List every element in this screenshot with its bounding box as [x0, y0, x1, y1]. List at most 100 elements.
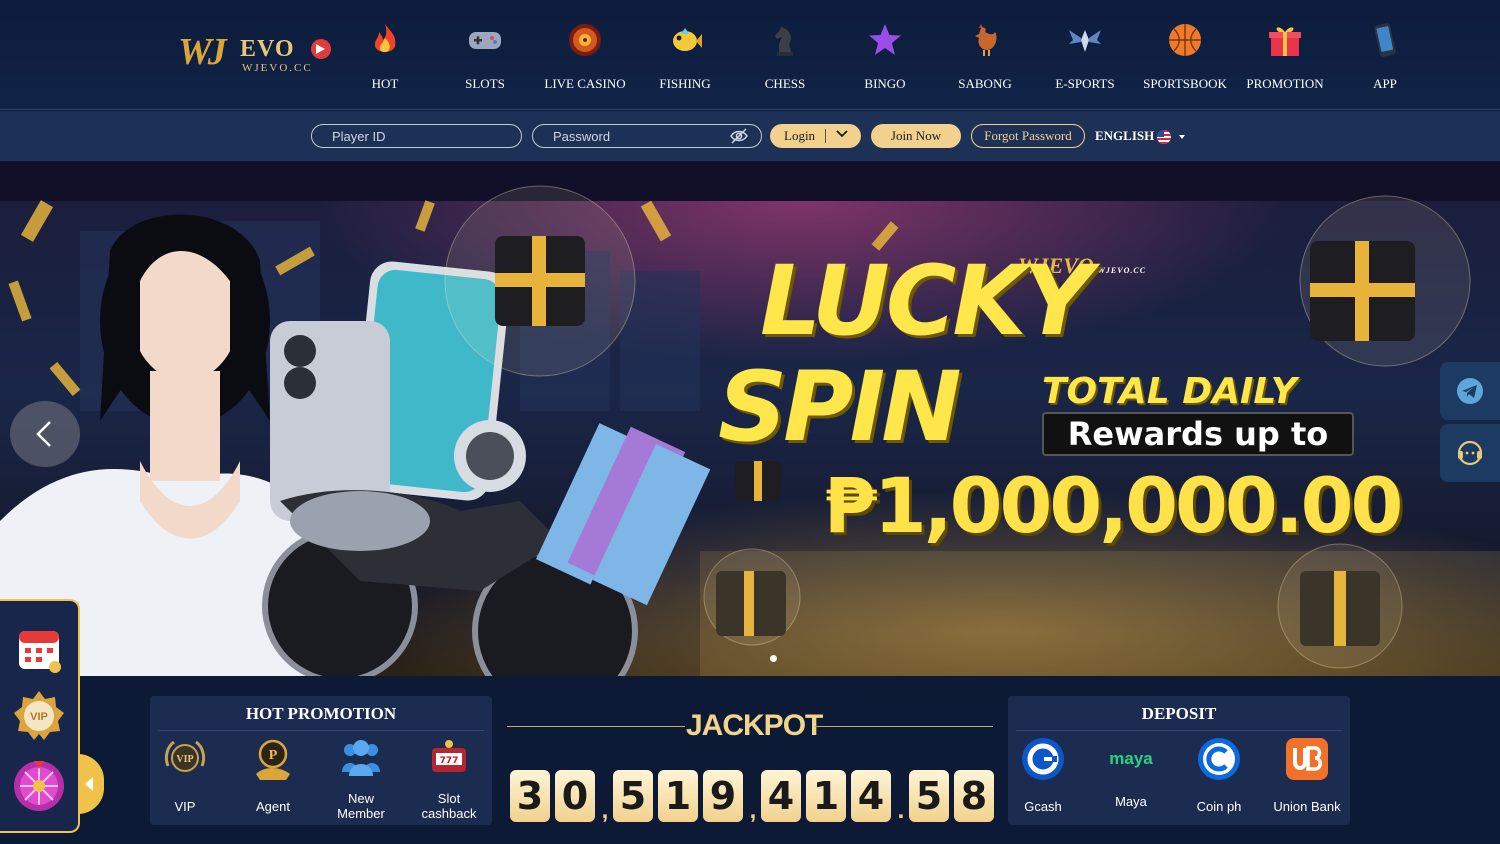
- svg-text:VIP: VIP: [176, 754, 193, 765]
- nav-label: SABONG: [958, 76, 1012, 91]
- esports-wings-icon: [1069, 30, 1101, 52]
- logo-play-icon: [311, 39, 331, 59]
- nav-label: PROMOTION: [1246, 76, 1324, 91]
- rooster-icon: [975, 24, 997, 56]
- fish-icon: [673, 28, 702, 51]
- nav-item-esports[interactable]: E-SPORTS: [1035, 18, 1135, 98]
- nav-label: SLOTS: [465, 76, 505, 91]
- deposit-title: DEPOSIT: [1141, 704, 1217, 723]
- nav-item-live-casino[interactable]: LIVE CASINO: [535, 18, 635, 98]
- bottom-section: HOT PROMOTION VIP VIP P Agent New Member…: [0, 676, 1500, 844]
- gift-bubble-2: [1299, 195, 1471, 367]
- jackpot-digit: 1: [658, 770, 698, 822]
- jackpot-line-left: [507, 726, 685, 727]
- promo-banner[interactable]: WJEVO WJEVO.CC LUCKY SPIN TOTAL DAILY Rew…: [0, 161, 1500, 676]
- language-caret-icon[interactable]: [1179, 135, 1185, 139]
- lucky-wheel-icon[interactable]: [12, 759, 66, 813]
- language-selector[interactable]: ENGLISH: [1095, 128, 1154, 144]
- deposit-label: Union Bank: [1273, 799, 1341, 814]
- us-flag-icon[interactable]: [1157, 130, 1171, 144]
- roulette-icon: [569, 24, 601, 56]
- unionbank-icon: [1286, 738, 1328, 780]
- jackpot-digit: 3: [510, 770, 550, 822]
- banner-rewards: Rewards up to: [1042, 412, 1354, 456]
- forgot-password-button[interactable]: Forgot Password: [971, 124, 1085, 148]
- chevron-left-icon: [36, 421, 51, 447]
- jackpot-counter: 30,519,414.58: [510, 770, 999, 824]
- jackpot-digit: 5: [613, 770, 653, 822]
- promo-label: New Member: [337, 791, 385, 821]
- customer-service-icon: [1457, 440, 1483, 466]
- nav-item-app[interactable]: APP: [1335, 18, 1435, 98]
- nav-item-sabong[interactable]: SABONG: [935, 18, 1035, 98]
- jackpot-separator: ,: [601, 797, 609, 824]
- promo-label: VIP: [174, 799, 196, 814]
- deposit-item-coinph[interactable]: Coin ph: [1175, 736, 1263, 814]
- deposit-item-maya[interactable]: maya Maya: [1087, 736, 1175, 809]
- banner-amount: ₱1,000,000.00: [824, 461, 1403, 550]
- logo-wj: WJ: [178, 31, 227, 73]
- nav-label: APP: [1373, 76, 1397, 91]
- nav-item-bingo[interactable]: BINGO: [835, 18, 935, 98]
- nav-item-promotion[interactable]: PROMOTION: [1235, 18, 1335, 98]
- floating-shortcuts: VIP: [0, 599, 80, 833]
- nav-label: BINGO: [864, 76, 906, 91]
- deposit-label: Coin ph: [1196, 799, 1242, 814]
- nav-item-hot[interactable]: HOT: [335, 18, 435, 98]
- promo-label: Slot cashback: [421, 791, 477, 821]
- vip-medal-icon[interactable]: VIP: [12, 689, 66, 743]
- carousel-indicator[interactable]: [770, 655, 777, 662]
- nav-label: SPORTSBOOK: [1143, 76, 1227, 91]
- nav-item-sportsbook[interactable]: SPORTSBOOK: [1135, 18, 1235, 98]
- logo-subtitle: WJEVO.CC: [242, 62, 313, 74]
- carousel-prev-button[interactable]: [10, 401, 80, 467]
- join-now-button[interactable]: Join Now: [871, 124, 961, 148]
- gift-icon: [1269, 27, 1301, 56]
- deposit-item-unionbank[interactable]: Union Bank: [1263, 736, 1351, 814]
- slot-machine-icon: 777: [432, 740, 466, 772]
- site-logo[interactable]: WJ EVO WJEVO.CC: [178, 30, 333, 80]
- telegram-button[interactable]: [1440, 362, 1500, 420]
- hot-promotion-card: HOT PROMOTION VIP VIP P Agent New Member…: [150, 696, 492, 825]
- password-input[interactable]: [532, 124, 762, 148]
- calendar-icon[interactable]: [12, 621, 66, 675]
- login-label: Login: [784, 128, 816, 143]
- chess-knight-icon: [775, 26, 793, 56]
- coinph-icon: [1198, 738, 1240, 780]
- agent-icon: P: [256, 739, 290, 780]
- jackpot-line-right: [815, 726, 993, 727]
- promo-item-vip[interactable]: VIP VIP: [141, 736, 229, 814]
- jackpot-digit: 4: [851, 770, 891, 822]
- jackpot-title: JACKPOT: [686, 709, 823, 742]
- promo-item-new-member[interactable]: New Member: [317, 736, 405, 821]
- jackpot-digit: 9: [703, 770, 743, 822]
- phone-icon: [1374, 23, 1396, 57]
- svg-text:777: 777: [440, 756, 459, 766]
- users-icon: [342, 740, 380, 776]
- gamepad-icon: [469, 32, 501, 49]
- jackpot-digit: 1: [806, 770, 846, 822]
- basketball-icon: [1169, 24, 1201, 56]
- banner-total-daily: TOTAL DAILY: [1042, 371, 1297, 412]
- gcash-icon: [1022, 738, 1064, 780]
- nav-item-chess[interactable]: CHESS: [735, 18, 835, 98]
- nav-item-slots[interactable]: SLOTS: [435, 18, 535, 98]
- divider: [158, 730, 484, 731]
- support-button[interactable]: [1440, 424, 1500, 482]
- nav-label: LIVE CASINO: [544, 76, 626, 91]
- promo-item-agent[interactable]: P Agent: [229, 736, 317, 814]
- promo-label: Agent: [256, 799, 290, 814]
- jackpot-digit: 4: [761, 770, 801, 822]
- deposit-item-gcash[interactable]: Gcash: [999, 736, 1087, 814]
- logo-evo: EVO: [240, 36, 295, 62]
- player-id-input[interactable]: [311, 124, 522, 148]
- hide-password-icon[interactable]: [730, 128, 748, 144]
- jackpot-digit: 0: [555, 770, 595, 822]
- login-button[interactable]: Login: [770, 124, 861, 148]
- jackpot-separator: .: [897, 797, 905, 824]
- promo-item-slot-cashback[interactable]: 777 Slot cashback: [405, 736, 493, 821]
- gift-bubble-1: [444, 185, 636, 377]
- nav-item-fishing[interactable]: FISHING: [635, 18, 735, 98]
- jackpot-digit: 5: [909, 770, 949, 822]
- chevron-down-icon[interactable]: [836, 128, 848, 140]
